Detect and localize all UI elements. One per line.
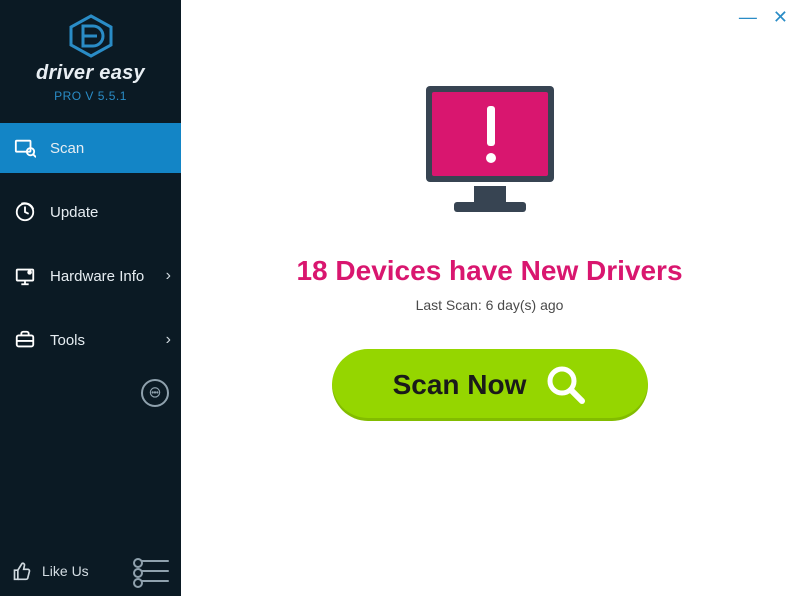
sidebar-item-hardware[interactable]: i Hardware Info › bbox=[0, 251, 181, 301]
window-controls: — ✕ bbox=[739, 8, 788, 26]
close-button[interactable]: ✕ bbox=[773, 8, 788, 26]
thumbs-up-icon[interactable] bbox=[12, 561, 32, 581]
sidebar-bottom: Like Us bbox=[0, 550, 181, 596]
minimize-button[interactable]: — bbox=[739, 8, 757, 26]
scan-now-label: Scan Now bbox=[393, 369, 527, 401]
chevron-right-icon: › bbox=[166, 331, 171, 349]
sidebar-item-label: Tools bbox=[50, 332, 85, 349]
sidebar-item-label: Update bbox=[50, 204, 98, 221]
sidebar-item-update[interactable]: Update bbox=[0, 187, 181, 237]
sidebar: driver easy PRO V 5.5.1 Scan bbox=[0, 0, 181, 596]
last-scan-text: Last Scan: 6 day(s) ago bbox=[416, 297, 564, 313]
hardware-icon: i bbox=[14, 265, 36, 287]
brand-version: PRO V 5.5.1 bbox=[0, 89, 181, 103]
update-icon bbox=[14, 201, 36, 223]
alert-monitor-icon bbox=[410, 78, 570, 233]
menu-icon[interactable] bbox=[141, 560, 169, 582]
like-us-label[interactable]: Like Us bbox=[42, 563, 89, 579]
brand-name: driver easy bbox=[0, 62, 181, 85]
search-icon bbox=[544, 363, 586, 408]
brand-logo-icon bbox=[0, 14, 181, 58]
sidebar-item-label: Scan bbox=[50, 140, 84, 157]
sidebar-item-tools[interactable]: Tools › bbox=[0, 315, 181, 365]
feedback-row bbox=[0, 379, 181, 411]
scan-icon bbox=[14, 137, 36, 159]
app-window: driver easy PRO V 5.5.1 Scan bbox=[0, 0, 798, 596]
main-panel: — ✕ 18 Devices have New Drivers Last Sca… bbox=[181, 0, 798, 596]
brand-block: driver easy PRO V 5.5.1 bbox=[0, 0, 181, 109]
sidebar-nav: Scan Update bbox=[0, 123, 181, 379]
tools-icon bbox=[14, 329, 36, 351]
sidebar-item-scan[interactable]: Scan bbox=[0, 123, 181, 173]
sidebar-item-label: Hardware Info bbox=[50, 268, 144, 285]
chevron-right-icon: › bbox=[166, 267, 171, 285]
status-headline: 18 Devices have New Drivers bbox=[296, 255, 682, 287]
scan-now-button[interactable]: Scan Now bbox=[332, 349, 648, 421]
chat-icon[interactable] bbox=[141, 379, 169, 407]
